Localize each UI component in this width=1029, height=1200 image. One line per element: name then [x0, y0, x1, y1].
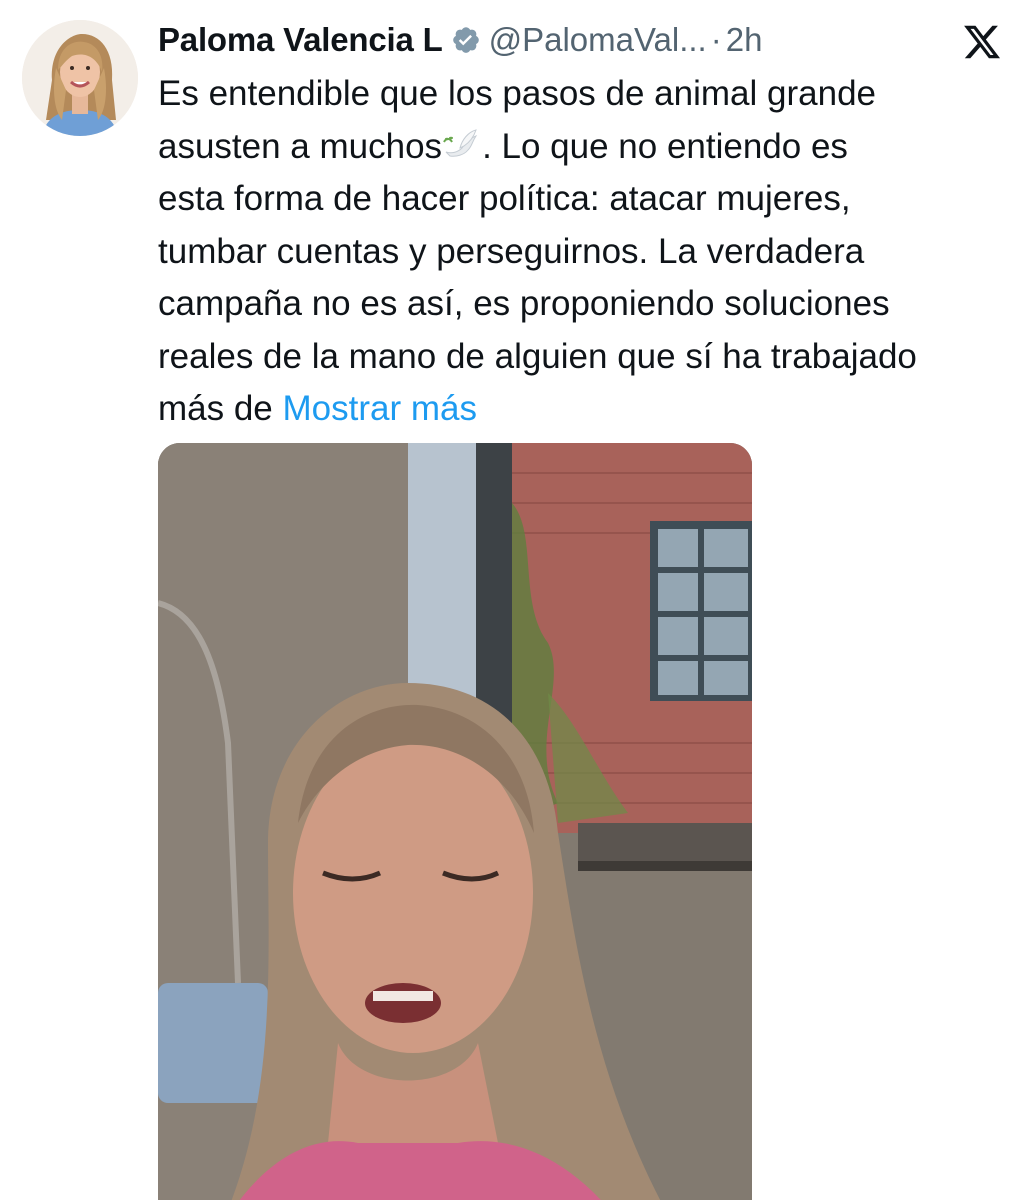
video-preview-image[interactable]	[158, 443, 752, 1200]
tweet-text: Es entendible que los pasos de animal gr…	[158, 68, 1018, 436]
tweet-text-line: tumbar cuentas y perseguirnos. La verdad…	[158, 231, 865, 271]
tweet-timestamp[interactable]: 2h	[726, 21, 763, 59]
tweet: Paloma Valencia L @PalomaVal... · 2h Es …	[0, 0, 1029, 1200]
tweet-text-line: más de Mostrar más	[158, 383, 1018, 436]
tweet-text-line: esta forma de hacer política: atacar muj…	[158, 179, 851, 218]
tweet-text-fragment: asusten a muchos	[158, 126, 443, 166]
x-logo-icon	[962, 22, 1002, 62]
show-more-link[interactable]: Mostrar más	[283, 389, 477, 428]
author-handle[interactable]: @PalomaVal...	[489, 21, 707, 59]
tweet-text-line: reales de la mano de alguien que sí ha t…	[158, 336, 917, 376]
separator-dot: ·	[710, 21, 722, 58]
tweet-text-fragment: más de	[158, 389, 283, 428]
tweet-header: Paloma Valencia L @PalomaVal... · 2h	[158, 18, 762, 62]
tweet-text-line: Es entendible que los pasos de animal gr…	[158, 74, 876, 113]
tweet-text-line: campaña no es así, es proponiendo soluci…	[158, 284, 890, 323]
tweet-text-line: asusten a muchos . Lo que no entiendo es	[158, 121, 1018, 174]
verified-badge-icon[interactable]	[451, 25, 481, 55]
dove-emoji-icon	[442, 125, 482, 159]
tweet-text-fragment: . Lo que no entiendo es	[482, 126, 848, 166]
author-avatar[interactable]	[22, 20, 138, 136]
author-name[interactable]: Paloma Valencia L	[158, 21, 443, 59]
